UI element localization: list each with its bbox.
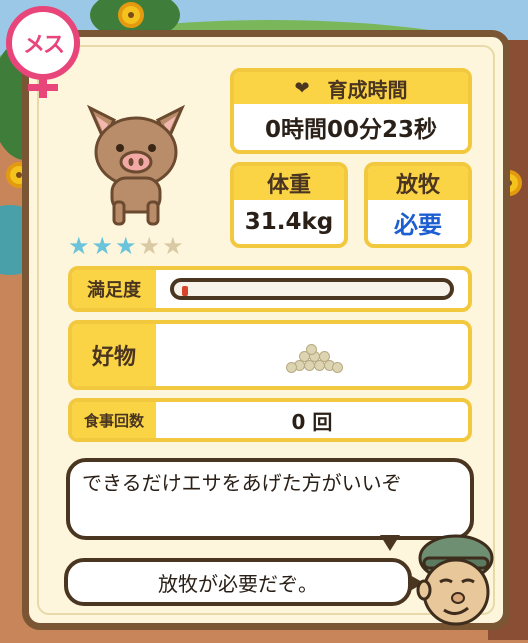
pig-icon [86, 104, 186, 226]
meal-count-row: 食事回数 0 回 [68, 398, 472, 442]
star-icon: ★ [138, 232, 161, 260]
tip-message: できるだけエサをあげた方がいいぞ [82, 471, 402, 495]
satisfaction-row: 満足度 [68, 266, 472, 312]
grazing-label: 放牧 [368, 166, 468, 200]
raising-time-box: ❤ 育成時間 0時間00分23秒 [230, 68, 472, 154]
farmer-avatar [416, 534, 494, 626]
heart-icon: ❤ [294, 77, 310, 99]
sunflower-icon [118, 2, 144, 28]
star-icon: ★ [162, 232, 184, 260]
female-gender-badge: メス [6, 6, 82, 98]
star-icon: ★ [115, 232, 137, 260]
satisfaction-meter-fill [182, 286, 188, 296]
rank-stars: ★ ★ ★ ★ ★ [68, 234, 184, 258]
meal-count-value: 0 回 [291, 409, 333, 434]
star-icon: ★ [68, 232, 90, 260]
favorite-food-label: 好物 [72, 324, 156, 386]
tip-bubble-tail [380, 535, 400, 551]
meal-count-label: 食事回数 [72, 402, 156, 438]
satisfaction-meter [170, 278, 454, 300]
satisfaction-label: 満足度 [72, 270, 156, 308]
raising-time-value: 0時間00分23秒 [264, 117, 438, 143]
star-icon: ★ [91, 232, 114, 260]
grazing-value: 必要 [394, 210, 442, 239]
grain-pile-icon [284, 344, 344, 374]
grazing-box: 放牧 必要 [364, 162, 472, 248]
weight-value: 31.4kg [244, 209, 334, 235]
notice-speech-bubble: 放牧が必要だぞ。 [64, 558, 412, 606]
weight-box: 体重 31.4kg [230, 162, 348, 248]
notice-message: 放牧が必要だぞ。 [158, 571, 318, 596]
gender-label: メス [6, 6, 80, 80]
weight-label: 体重 [234, 166, 344, 200]
raising-time-label: 育成時間 [327, 77, 408, 102]
favorite-food-row: 好物 [68, 320, 472, 390]
